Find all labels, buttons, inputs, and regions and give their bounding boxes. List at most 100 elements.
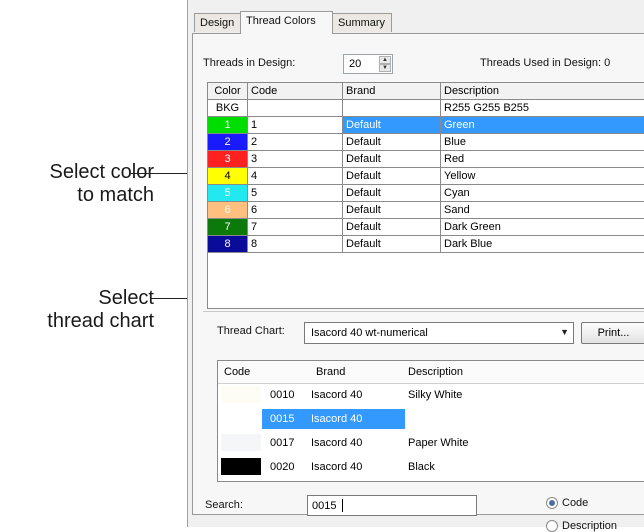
search-input-value[interactable]: 0015: [312, 500, 336, 512]
callout-line-color: [131, 173, 151, 174]
list-brand-cell: Isacord 40: [311, 389, 362, 401]
code-cell: [248, 100, 343, 117]
callout-select-color-line2: to match: [20, 184, 154, 207]
thread-chart-value: Isacord 40 wt-numerical: [311, 327, 428, 339]
color-table-row[interactable]: 11DefaultGreen: [208, 117, 644, 134]
thread-swatch: [221, 410, 261, 427]
brand-cell: Default: [343, 236, 441, 253]
description-cell: R255 G255 B255: [441, 100, 644, 117]
spinner-buttons: ▲ ▼: [379, 56, 391, 72]
list-brand-cell: Isacord 40: [311, 413, 362, 425]
color-column-header[interactable]: Color: [208, 83, 248, 100]
list-code-cell: 0015: [270, 413, 294, 425]
description-cell: Dark Blue: [441, 236, 644, 253]
thread-chart-list-header: Code Brand Description: [218, 361, 644, 384]
search-by-description-radio[interactable]: [546, 520, 558, 532]
description-cell: Blue: [441, 134, 644, 151]
spinner-down-icon[interactable]: ▼: [379, 64, 391, 72]
search-by-code-label[interactable]: Code: [562, 497, 588, 509]
color-swatch: 1: [208, 117, 248, 134]
description-column-header[interactable]: Description: [441, 83, 644, 100]
list-brand-cell: Isacord 40: [311, 461, 362, 473]
color-swatch: 2: [208, 134, 248, 151]
code-cell: 8: [248, 236, 343, 253]
color-table-row[interactable]: 33DefaultRed: [208, 151, 644, 168]
callout-select-chart-line1: Select: [0, 287, 154, 310]
list-code-cell: 0010: [270, 389, 294, 401]
callout-select-chart-line2: thread chart: [0, 310, 154, 333]
threads-in-design-value[interactable]: 20: [349, 58, 361, 70]
threads-in-design-label: Threads in Design:: [203, 57, 295, 69]
search-input[interactable]: 0015: [307, 495, 477, 516]
thread-swatch: [221, 386, 261, 403]
color-swatch: 4: [208, 168, 248, 185]
threads-used-label: Threads Used in Design: 0: [480, 57, 610, 69]
color-swatch: 3: [208, 151, 248, 168]
code-cell: 1: [248, 117, 343, 134]
tab-summary[interactable]: Summary: [332, 13, 392, 32]
list-code-cell: 0017: [270, 437, 294, 449]
list-item[interactable]: 0020 Isacord 40 Black: [218, 457, 644, 477]
color-table-body: BKGR255 G255 B25511DefaultGreen22Default…: [208, 100, 644, 253]
search-by-description-label[interactable]: Description: [562, 520, 617, 532]
list-code-cell: 0020: [270, 461, 294, 473]
color-table-row[interactable]: 77DefaultDark Green: [208, 219, 644, 236]
code-column-header[interactable]: Code: [248, 83, 343, 100]
color-table-row[interactable]: 88DefaultDark Blue: [208, 236, 644, 253]
list-description-cell: Black: [408, 461, 435, 473]
list-description-cell: Paper White: [408, 437, 469, 449]
color-table-row[interactable]: 55DefaultCyan: [208, 185, 644, 202]
list-description-cell: White: [408, 413, 436, 425]
spinner-up-icon[interactable]: ▲: [379, 56, 391, 64]
color-swatch: 7: [208, 219, 248, 236]
description-cell: Green: [441, 117, 644, 134]
color-table-row[interactable]: BKG R255 G255 B255: [208, 100, 644, 117]
threads-in-design-spinner[interactable]: 20 ▲ ▼: [343, 54, 393, 74]
search-label: Search:: [205, 499, 243, 511]
brand-column-header[interactable]: Brand: [343, 83, 441, 100]
color-table-row[interactable]: 66DefaultSand: [208, 202, 644, 219]
list-item[interactable]: 0015 Isacord 40 White: [218, 409, 644, 429]
tab-thread-colors[interactable]: Thread Colors: [240, 11, 333, 34]
list-item[interactable]: 0010 Isacord 40 Silky White: [218, 385, 644, 405]
code-cell: 2: [248, 134, 343, 151]
thread-colors-dialog: Design Thread Colors Summary Threads in …: [187, 0, 644, 527]
list-description-cell: Silky White: [408, 389, 462, 401]
dropdown-arrow-icon[interactable]: ▼: [560, 327, 569, 337]
list-description-header[interactable]: Description: [408, 366, 463, 378]
brand-cell: [343, 100, 441, 117]
code-cell: 3: [248, 151, 343, 168]
list-brand-header[interactable]: Brand: [316, 366, 345, 378]
tab-design[interactable]: Design: [194, 13, 241, 32]
color-swatch: 8: [208, 236, 248, 253]
thread-chart-label: Thread Chart:: [217, 325, 285, 337]
thread-chart-list: Code Brand Description 0010 Isacord 40 Sil…: [217, 360, 644, 482]
search-by-code-radio[interactable]: [546, 497, 558, 509]
brand-cell: Default: [343, 202, 441, 219]
color-table-container: Color Code Brand Description BKG R255 G25…: [207, 82, 644, 309]
thread-colors-page: Threads in Design: 20 ▲ ▼ Threads Used i…: [192, 33, 644, 515]
list-item[interactable]: 0017Isacord 40Paper White: [218, 433, 644, 453]
color-table-row[interactable]: 44DefaultYellow: [208, 168, 644, 185]
thread-swatch: [221, 434, 261, 451]
brand-cell: Default: [343, 134, 441, 151]
color-swatch: BKG: [208, 100, 248, 117]
color-swatch: 5: [208, 185, 248, 202]
thread-chart-select[interactable]: Isacord 40 wt-numerical ▼: [304, 322, 574, 344]
color-table-header: Color Code Brand Description: [208, 83, 644, 100]
callout-select-chart: Select thread chart: [0, 287, 154, 333]
brand-cell: Default: [343, 117, 441, 134]
code-cell: 5: [248, 185, 343, 202]
description-cell: Red: [441, 151, 644, 168]
code-cell: 6: [248, 202, 343, 219]
color-swatch: 6: [208, 202, 248, 219]
code-cell: 4: [248, 168, 343, 185]
list-code-header[interactable]: Code: [224, 366, 250, 378]
color-table-row[interactable]: 22DefaultBlue: [208, 134, 644, 151]
brand-cell: Default: [343, 168, 441, 185]
color-table: Color Code Brand Description BKG R255 G25…: [207, 82, 644, 253]
description-cell: Cyan: [441, 185, 644, 202]
brand-cell: Default: [343, 151, 441, 168]
description-cell: Yellow: [441, 168, 644, 185]
print-button[interactable]: Print...: [581, 322, 644, 344]
